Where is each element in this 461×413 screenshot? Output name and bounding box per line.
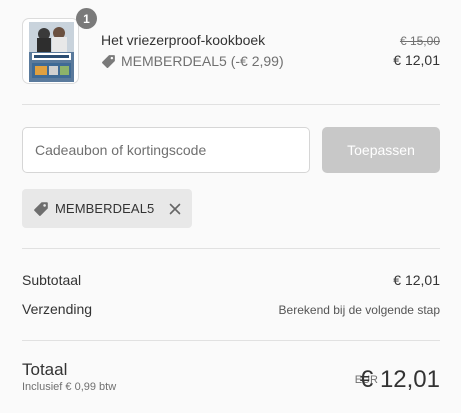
shipping-value: Berekend bij de volgende stap: [278, 303, 440, 317]
divider: [22, 248, 440, 249]
tag-icon: [102, 54, 115, 68]
subtotal-value: € 12,01: [393, 272, 440, 288]
divider: [22, 340, 440, 341]
tag-icon: [34, 201, 48, 216]
subtotal-label: Subtotaal: [22, 272, 82, 288]
total-label: Totaal: [22, 360, 68, 379]
divider: [22, 104, 440, 105]
discount-code-input[interactable]: [22, 127, 310, 173]
shipping-label: Verzending: [22, 301, 93, 317]
original-price: € 15,00: [399, 34, 440, 48]
product-thumbnail: [22, 18, 79, 84]
applied-code-label: MEMBERDEAL5: [55, 201, 155, 216]
product-discount: MEMBERDEAL5 (-€ 2,99): [101, 53, 284, 69]
quantity-badge: 1: [76, 8, 97, 29]
total-value: € 12,01: [359, 366, 440, 393]
product-title: Het vriezerproof-kookboek: [101, 32, 266, 48]
discount-label: MEMBERDEAL5 (-€ 2,99): [121, 53, 284, 69]
tax-note: Inclusief € 0,99 btw: [22, 381, 117, 393]
current-price: € 12,01: [393, 52, 440, 68]
book-cover-image: [29, 22, 74, 82]
close-icon[interactable]: [169, 203, 181, 215]
applied-discount-chip: MEMBERDEAL5: [22, 189, 192, 228]
apply-button[interactable]: Toepassen: [322, 127, 440, 173]
